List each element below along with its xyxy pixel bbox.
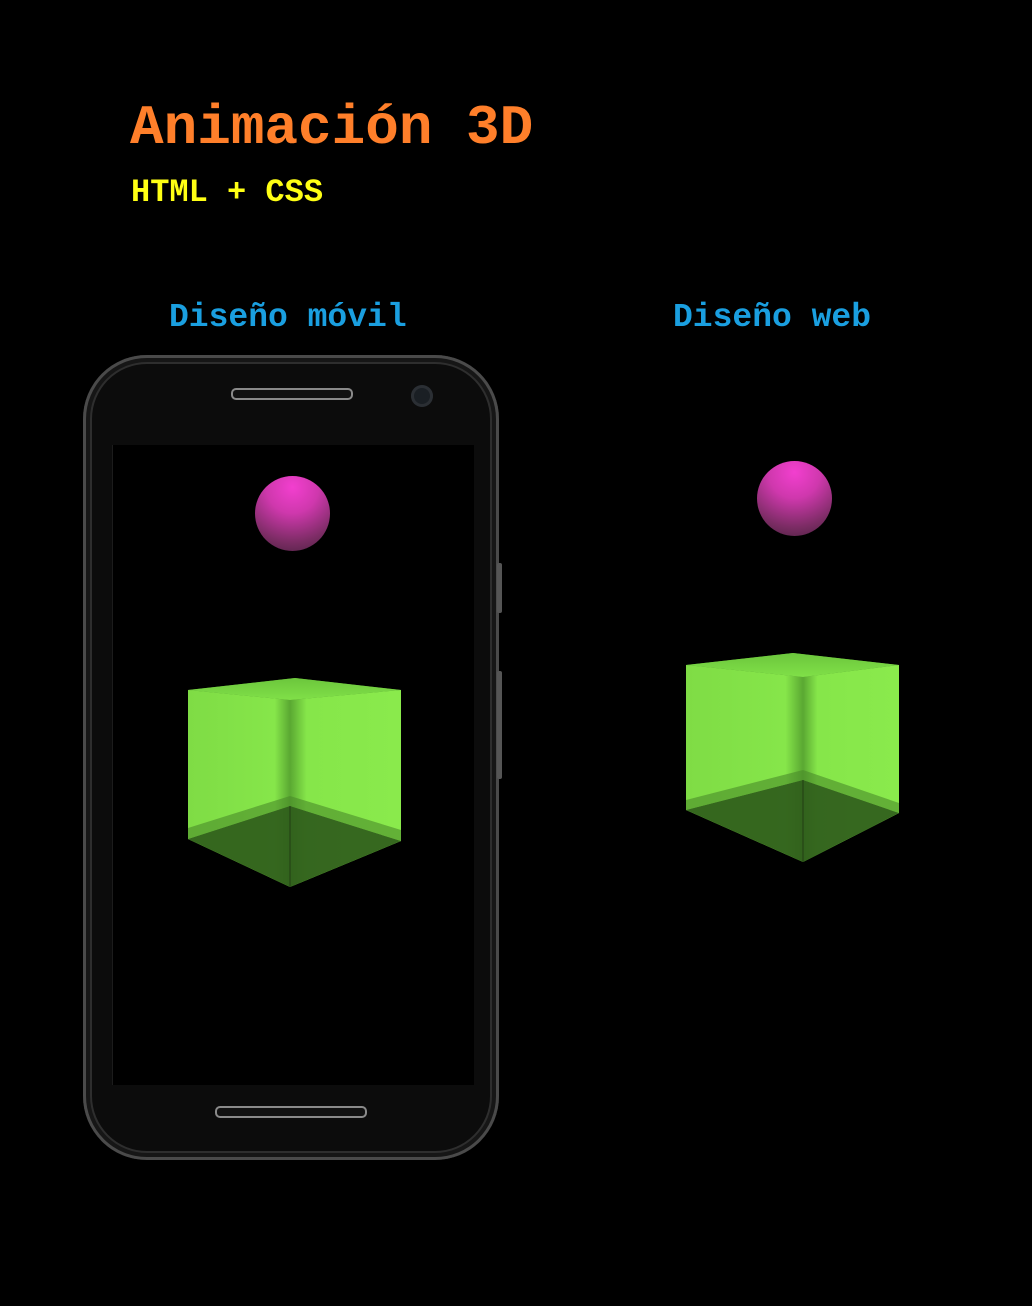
mobile-cube [188,678,401,887]
phone-home-bar [215,1106,367,1118]
page-subtitle: HTML + CSS [131,174,324,211]
phone-camera-icon [411,385,433,407]
phone-side-button-bottom [497,671,502,779]
web-design-label: Diseño web [673,299,872,336]
phone-screen [112,445,474,1085]
web-sphere [757,461,832,536]
mobile-design-label: Diseño móvil [169,299,407,336]
web-cube [686,653,899,862]
mobile-sphere [255,476,330,551]
phone-side-button-top [497,563,502,613]
page-title: Animación 3D [130,96,534,160]
phone-speaker [231,388,353,400]
phone-frame [83,355,502,1160]
